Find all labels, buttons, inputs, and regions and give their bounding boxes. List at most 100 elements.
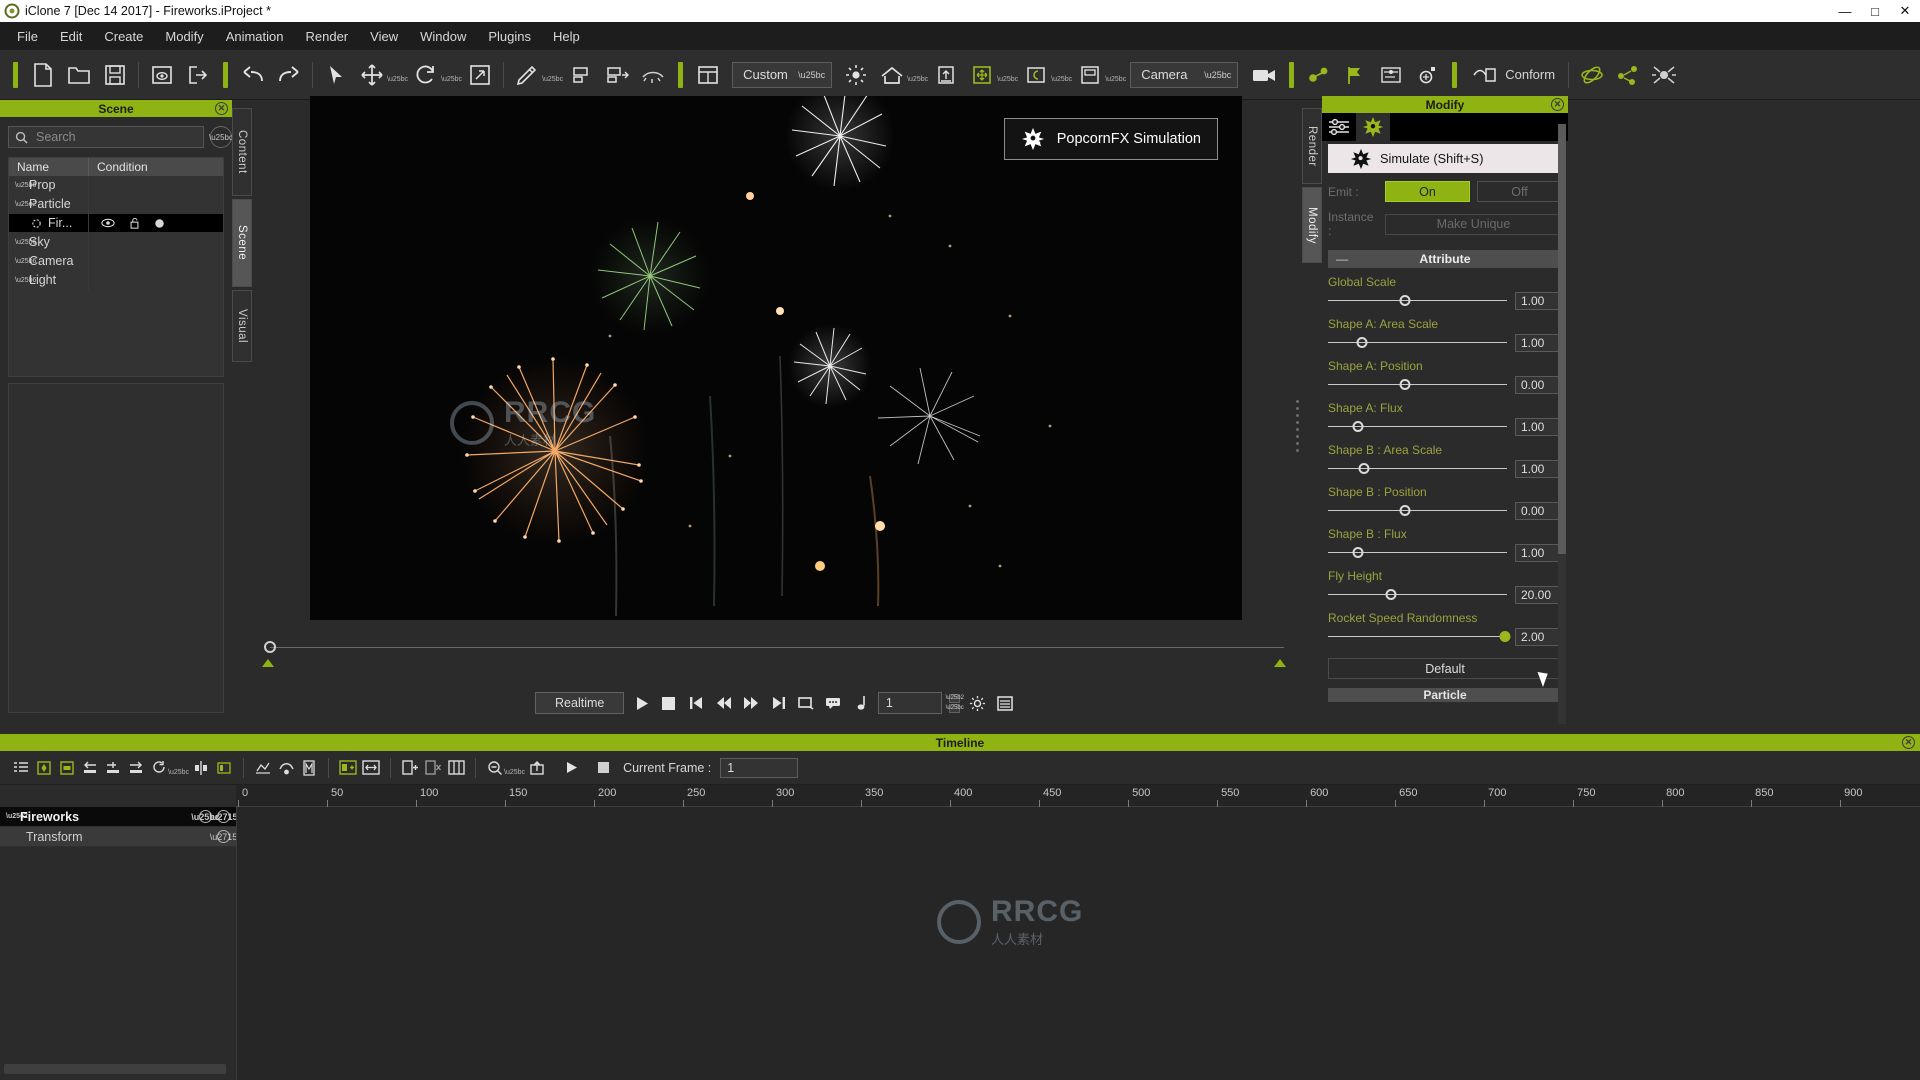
home-icon[interactable] [874, 57, 910, 93]
slider-handle[interactable] [1352, 421, 1364, 432]
physics-icon[interactable] [1574, 57, 1610, 93]
curve-icon[interactable] [252, 756, 274, 780]
layout-icon[interactable] [690, 57, 726, 93]
add-key-icon[interactable] [102, 756, 124, 780]
tree-row-camera[interactable]: \u25b6 Camera [9, 251, 223, 271]
menu-item-plugins[interactable]: Plugins [477, 25, 542, 48]
attribute-value-field[interactable]: 1.00 [1515, 292, 1562, 310]
align-right-icon[interactable] [599, 57, 635, 93]
modify-panel-scrollbar[interactable] [1558, 124, 1566, 724]
new-project-icon[interactable] [25, 57, 61, 93]
camera-combo[interactable]: Camera \u25bc [1130, 61, 1239, 88]
add-clip-icon[interactable] [337, 756, 359, 780]
collapse-left-icon[interactable] [79, 756, 101, 780]
slider-handle[interactable] [1385, 589, 1397, 600]
project-preset-combo[interactable]: Custom \u25bc [732, 61, 833, 88]
tab-visual[interactable]: Visual [232, 290, 252, 362]
attribute-slider[interactable] [1328, 293, 1507, 309]
attribute-slider[interactable] [1328, 461, 1507, 477]
playback-mode-button[interactable]: Realtime [535, 692, 625, 714]
orbit-icon[interactable] [1409, 57, 1445, 93]
simulate-button[interactable]: Simulate (Shift+S) [1328, 144, 1564, 173]
pivot-icon[interactable] [1018, 57, 1054, 93]
pivot-caret-icon[interactable]: \u25bc [1051, 76, 1072, 83]
edit-motion-icon[interactable] [509, 57, 545, 93]
rewind-icon[interactable] [714, 693, 734, 714]
timeline-track-area[interactable]: RRCG 人人素材 [236, 807, 1920, 1080]
track-list-icon[interactable] [10, 756, 32, 780]
timeline-scrub-bar[interactable] [262, 640, 1292, 674]
move-grid-icon[interactable] [964, 57, 1000, 93]
range-icon[interactable] [213, 756, 235, 780]
attribute-slider[interactable] [1328, 545, 1507, 561]
move-tool-caret-icon[interactable]: \u25bc [387, 76, 408, 83]
rotate-tool-caret-icon[interactable]: \u25bc [441, 76, 462, 83]
timeline-ruler[interactable]: 0 50 100 150 200 250 300 350 400 450 500 550 600 650 7… [236, 785, 1920, 807]
list-icon[interactable] [995, 693, 1015, 714]
track-row-fireworks[interactable]: \u25e2 Fireworks \u25bc \u2715 [0, 807, 238, 827]
screen-icon[interactable] [1072, 57, 1108, 93]
slider-handle[interactable] [1399, 379, 1411, 390]
tab-modify[interactable]: Modify [1302, 187, 1322, 263]
attribute-value-field[interactable]: 2.00 [1515, 628, 1562, 646]
move-tool-icon[interactable] [354, 57, 390, 93]
status-dot-icon[interactable] [154, 218, 165, 229]
eyelash-icon[interactable] [635, 57, 671, 93]
home-caret-icon[interactable]: \u25bc [907, 76, 928, 83]
timeline-current-frame-input[interactable]: 1 [720, 757, 799, 778]
attribute-value-field[interactable]: 1.00 [1515, 418, 1562, 436]
search-input[interactable] [36, 130, 197, 144]
frame-stepper[interactable]: \u25b2 \u25bc [946, 693, 964, 713]
go-to-end-icon[interactable] [768, 693, 788, 714]
tree-row-particle[interactable]: \u25e2 Particle [9, 194, 223, 214]
track-delete-icon-2[interactable]: \u2715 [210, 830, 237, 843]
slider-handle[interactable] [1358, 463, 1370, 474]
maximize-button[interactable]: □ [1860, 0, 1890, 22]
slider-handle[interactable] [1356, 337, 1368, 348]
timeline-close-icon[interactable]: ✕ [1902, 736, 1915, 749]
stepper-down-icon[interactable]: \u25bc [946, 703, 964, 713]
shift-right-icon[interactable] [125, 756, 147, 780]
expand-triangle-icon[interactable]: \u25b6 [15, 182, 36, 189]
attribute-value-field[interactable]: 1.00 [1515, 544, 1562, 562]
particle-section-header[interactable]: Particle [1328, 688, 1562, 702]
track-delete-icon[interactable]: \u2715 [209, 810, 238, 823]
edit-motion-caret-icon[interactable]: \u25bc [542, 76, 563, 83]
attribute-slider[interactable] [1328, 335, 1507, 351]
menu-item-modify[interactable]: Modify [154, 25, 214, 48]
expand-triangle-icon-4[interactable]: \u25b6 [15, 277, 36, 284]
scene-search-box[interactable] [8, 126, 204, 148]
range-marker-end-icon[interactable] [1274, 659, 1286, 667]
split-icon[interactable] [445, 756, 467, 780]
video-camera-icon[interactable] [1246, 57, 1282, 93]
motion-icon[interactable] [298, 756, 320, 780]
resize-clip-icon[interactable] [360, 756, 382, 780]
collapse-triangle-icon[interactable]: \u25e2 [15, 201, 36, 208]
preferences-icon[interactable] [967, 693, 987, 714]
filter-dropdown-button[interactable]: \u25bc [209, 126, 233, 148]
key-icon[interactable] [33, 756, 55, 780]
timeline-horizontal-scrollbar[interactable] [4, 1064, 226, 1074]
emit-on-button[interactable]: On [1385, 181, 1470, 202]
move-grid-caret-icon[interactable]: \u25bc [997, 76, 1018, 83]
menu-item-file[interactable]: File [6, 25, 49, 48]
tab-content[interactable]: Content [232, 108, 252, 196]
popcornfx-tab-icon[interactable] [1356, 113, 1390, 141]
close-button[interactable]: ✕ [1890, 0, 1920, 22]
go-to-start-icon[interactable] [686, 693, 706, 714]
screen-caret-icon[interactable]: \u25bc [1105, 76, 1126, 83]
timeline-play-icon[interactable] [561, 756, 583, 780]
export-icon[interactable] [180, 57, 216, 93]
emit-off-button[interactable]: Off [1477, 181, 1562, 202]
zoom-out-icon[interactable] [484, 756, 506, 780]
tab-scene[interactable]: Scene [232, 199, 252, 287]
tree-row-light[interactable]: \u25b6 Light [9, 270, 223, 290]
sliders-icon[interactable] [1322, 113, 1356, 141]
scene-panel-close-icon[interactable]: ✕ [215, 102, 228, 115]
eye-icon[interactable] [101, 218, 115, 228]
attribute-value-field[interactable]: 0.00 [1515, 502, 1562, 520]
zoom-caret-icon[interactable]: \u25bc [504, 769, 525, 776]
ground-icon[interactable] [928, 57, 964, 93]
attribute-slider[interactable] [1328, 503, 1507, 519]
share-icon[interactable] [1610, 57, 1646, 93]
